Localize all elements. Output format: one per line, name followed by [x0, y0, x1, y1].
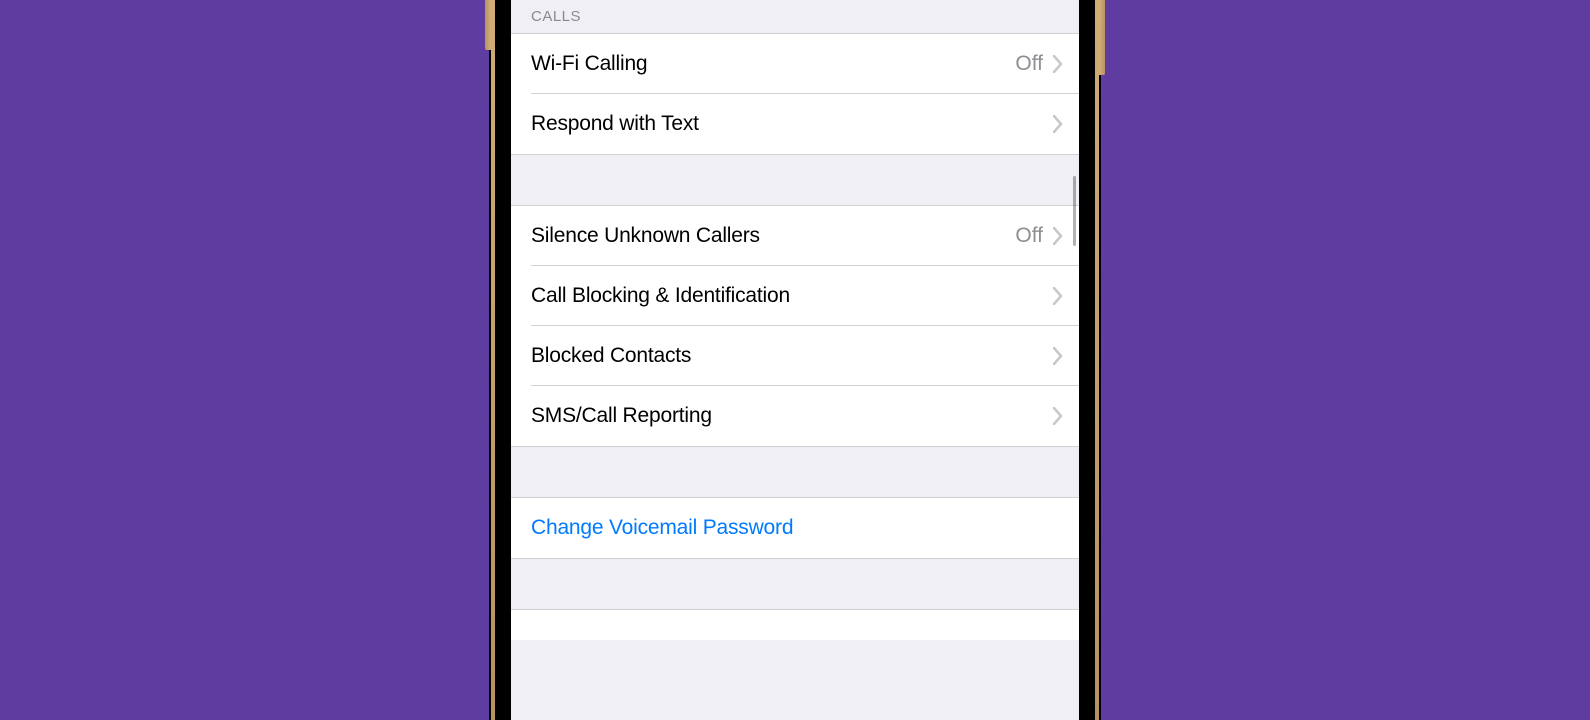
chevron-right-icon [1053, 55, 1063, 73]
row-value: Off [1015, 52, 1043, 76]
settings-screen: CALLS Wi-Fi Calling Off Respond with Tex… [511, 0, 1079, 720]
row-label: Wi-Fi Calling [531, 52, 1015, 76]
chevron-right-icon [1053, 287, 1063, 305]
row-label: Silence Unknown Callers [531, 224, 1015, 248]
row-respond-with-text[interactable]: Respond with Text [511, 94, 1079, 154]
row-label: Blocked Contacts [531, 344, 1053, 368]
chevron-right-icon [1053, 227, 1063, 245]
phone-frame: CALLS Wi-Fi Calling Off Respond with Tex… [489, 0, 1101, 720]
row-change-voicemail-password[interactable]: Change Voicemail Password [511, 498, 1079, 558]
settings-group-next [511, 609, 1079, 640]
group-spacer [511, 559, 1079, 609]
chevron-right-icon [1053, 115, 1063, 133]
row-wifi-calling[interactable]: Wi-Fi Calling Off [511, 34, 1079, 94]
row-blocked-contacts[interactable]: Blocked Contacts [511, 326, 1079, 386]
group-spacer [511, 155, 1079, 205]
row-sms-call-reporting[interactable]: SMS/Call Reporting [511, 386, 1079, 446]
row-label: Respond with Text [531, 112, 1053, 136]
power-button [1099, 0, 1105, 75]
volume-button [485, 0, 491, 50]
row-call-blocking-identification[interactable]: Call Blocking & Identification [511, 266, 1079, 326]
row-silence-unknown-callers[interactable]: Silence Unknown Callers Off [511, 206, 1079, 266]
settings-group-silence: Silence Unknown Callers Off Call Blockin… [511, 205, 1079, 447]
row-action-label: Change Voicemail Password [531, 516, 793, 540]
row-label: Call Blocking & Identification [531, 284, 1053, 308]
section-header-calls: CALLS [511, 0, 1079, 33]
chevron-right-icon [1053, 407, 1063, 425]
row-value: Off [1015, 224, 1043, 248]
chevron-right-icon [1053, 347, 1063, 365]
group-spacer [511, 447, 1079, 497]
settings-group-calls: Wi-Fi Calling Off Respond with Text [511, 33, 1079, 155]
settings-group-voicemail: Change Voicemail Password [511, 497, 1079, 559]
row-label: SMS/Call Reporting [531, 404, 1053, 428]
scrollbar-thumb[interactable] [1073, 176, 1076, 246]
